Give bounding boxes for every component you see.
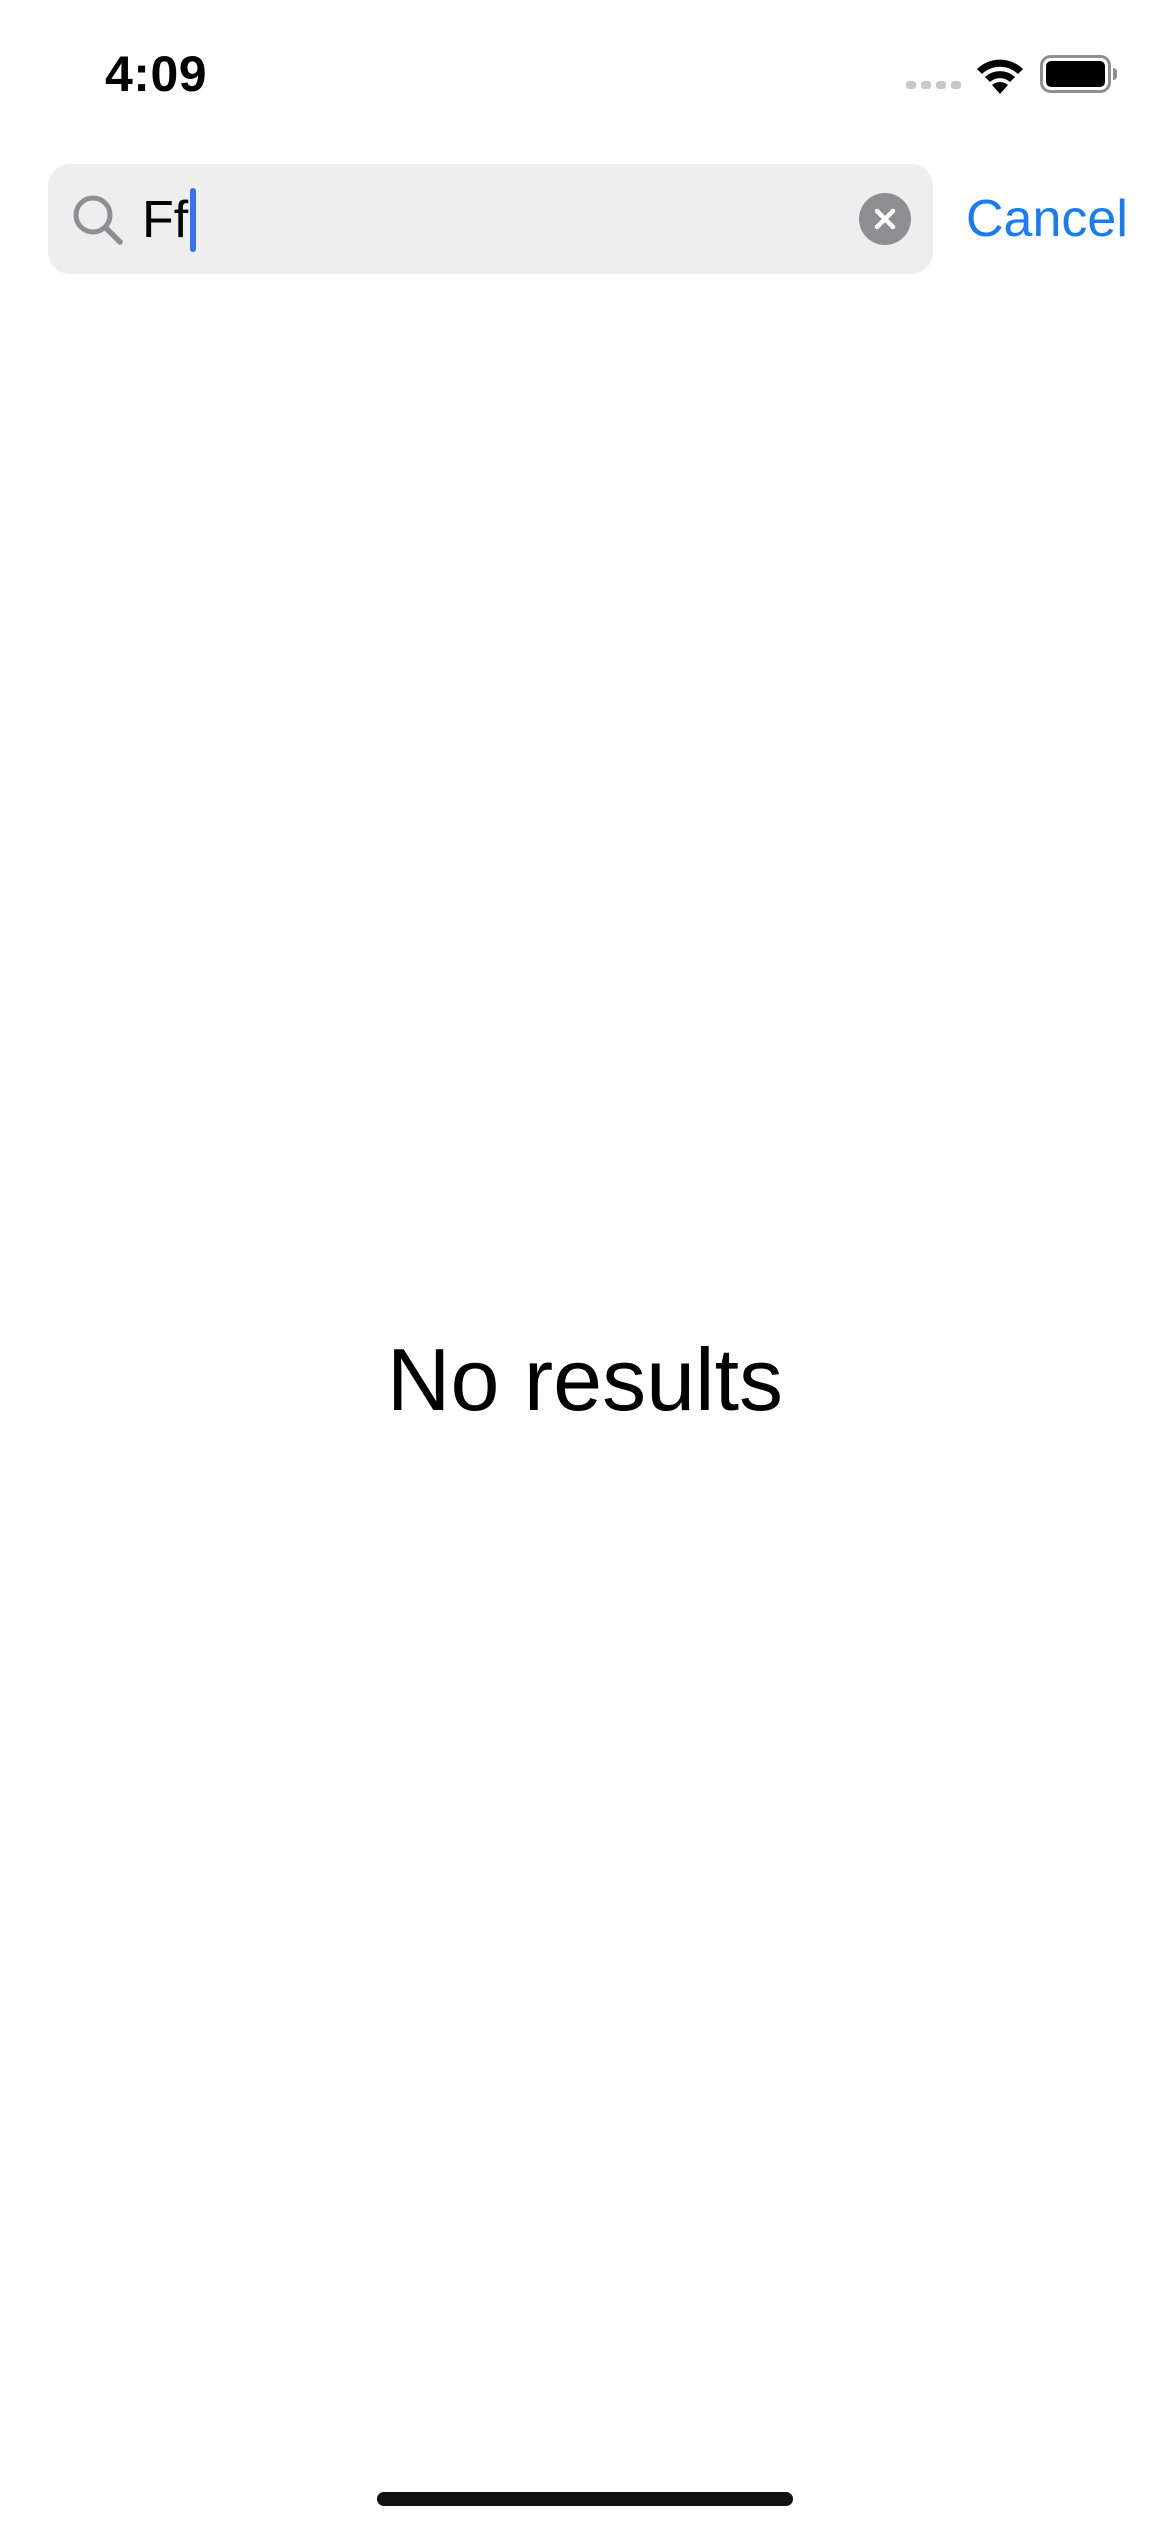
text-caret bbox=[190, 188, 197, 252]
wifi-icon bbox=[977, 59, 1023, 94]
search-query-text: Ff bbox=[142, 191, 189, 249]
search-row: Ff Cancel bbox=[0, 164, 1170, 274]
clear-search-button[interactable] bbox=[859, 193, 911, 245]
search-icon bbox=[73, 195, 123, 245]
clear-icon bbox=[874, 208, 896, 230]
home-indicator[interactable] bbox=[377, 2492, 793, 2506]
search-input[interactable]: Ff bbox=[48, 164, 933, 274]
battery-icon bbox=[1040, 55, 1117, 93]
search-screen: 4:09 Ff Cancel No results bbox=[0, 0, 1170, 2532]
cellular-signal-icon bbox=[906, 81, 961, 89]
no-results-message: No results bbox=[386, 1330, 784, 1429]
cancel-button[interactable]: Cancel bbox=[966, 188, 1128, 250]
status-time: 4:09 bbox=[105, 46, 208, 102]
search-input-value[interactable]: Ff bbox=[142, 188, 197, 252]
status-bar: 4:09 bbox=[0, 0, 1170, 150]
